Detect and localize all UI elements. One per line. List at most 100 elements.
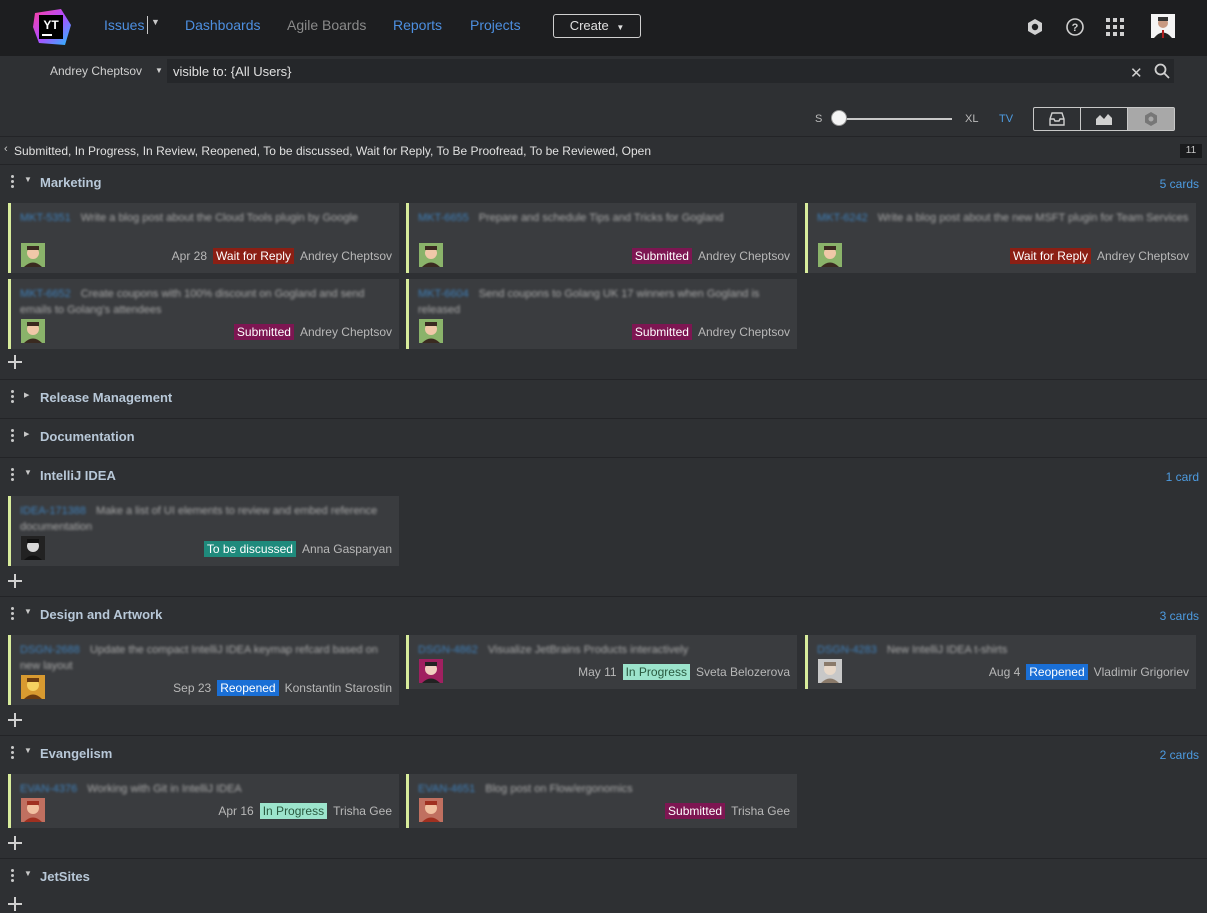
card-issue-id[interactable]: DSGN-4862	[418, 644, 478, 656]
card-issue-id[interactable]: EVAN-4376	[20, 783, 77, 795]
swimlane-menu-icon[interactable]	[9, 175, 17, 189]
swimlane-title[interactable]: Design and Artwork	[40, 607, 162, 622]
state-badge[interactable]: Reopened	[217, 680, 279, 696]
chart-view-button[interactable]	[1081, 108, 1128, 130]
board-user-select[interactable]: Andrey Cheptsov	[50, 64, 142, 78]
state-badge[interactable]: Wait for Reply	[1010, 248, 1091, 264]
swimlane-menu-icon[interactable]	[9, 607, 17, 621]
card-summary[interactable]: MKT-6652 Create coupons with 100% discoun…	[20, 286, 393, 318]
state-badge[interactable]: Submitted	[233, 324, 294, 340]
expand-lane-icon[interactable]: ▶	[24, 430, 29, 438]
swimlane-menu-icon[interactable]	[9, 429, 17, 443]
state-badge[interactable]: In Progress	[259, 803, 328, 819]
collapse-column-icon[interactable]: ‹	[4, 143, 8, 155]
issue-card[interactable]: DSGN-4283 New IntelliJ IDEA t-shirts Aug 4…	[805, 635, 1196, 689]
card-issue-id[interactable]: DSGN-2688	[20, 644, 80, 656]
add-card-button[interactable]	[8, 713, 22, 727]
swimlane-title[interactable]: JetSites	[40, 869, 90, 884]
nav-dashboards[interactable]: Dashboards	[185, 17, 261, 33]
issue-card[interactable]: DSGN-4862 Visualize JetBrains Products in…	[406, 635, 797, 689]
swimlane-card-count[interactable]: 5 cards	[1160, 177, 1199, 191]
issue-card[interactable]: MKT-6242 Write a blog post about the new …	[805, 203, 1196, 273]
state-badge[interactable]: Reopened	[1026, 664, 1088, 680]
add-card-button[interactable]	[8, 897, 22, 911]
issue-card[interactable]: MKT-6652 Create coupons with 100% discoun…	[8, 279, 399, 349]
create-button[interactable]: Create ▼	[553, 14, 641, 38]
user-select-caret-icon[interactable]: ▼	[155, 66, 163, 75]
card-summary[interactable]: EVAN-4376 Working with Git in IntelliJ ID…	[20, 781, 393, 797]
search-icon[interactable]	[1154, 63, 1170, 79]
youtrack-logo[interactable]: YT	[31, 7, 73, 47]
search-query-input[interactable]	[167, 59, 1174, 83]
issue-card[interactable]: DSGN-2688 Update the compact IntelliJ IDE…	[8, 635, 399, 705]
card-summary[interactable]: MKT-6604 Send coupons to Golang UK 17 win…	[418, 286, 791, 318]
card-summary[interactable]: DSGN-4283 New IntelliJ IDEA t-shirts	[817, 642, 1190, 658]
issue-card[interactable]: MKT-6655 Prepare and schedule Tips and Tr…	[406, 203, 797, 273]
card-issue-id[interactable]: MKT-6652	[20, 288, 71, 300]
collapse-lane-icon[interactable]: ▼	[24, 746, 32, 755]
collapse-lane-icon[interactable]: ▼	[24, 175, 32, 184]
swimlane-menu-icon[interactable]	[9, 468, 17, 482]
issues-dropdown-caret-icon[interactable]: ▼	[151, 17, 160, 27]
card-size-slider-handle[interactable]	[831, 110, 847, 126]
card-summary[interactable]: DSGN-2688 Update the compact IntelliJ IDE…	[20, 642, 393, 674]
swimlane-menu-icon[interactable]	[9, 869, 17, 883]
swimlane-menu-icon[interactable]	[9, 746, 17, 760]
state-badge[interactable]: Submitted	[631, 248, 692, 264]
issue-card[interactable]: MKT-5351 Write a blog post about the Clou…	[8, 203, 399, 273]
state-badge[interactable]: Wait for Reply	[213, 248, 294, 264]
issue-card[interactable]: IDEA-171388 Make a list of UI elements to…	[8, 496, 399, 566]
swimlane-title[interactable]: Evangelism	[40, 746, 112, 761]
add-card-button[interactable]	[8, 836, 22, 850]
backlog-view-button[interactable]	[1034, 108, 1081, 130]
card-summary[interactable]: MKT-5351 Write a blog post about the Clou…	[20, 210, 393, 226]
card-issue-id[interactable]: EVAN-4651	[418, 783, 475, 795]
swimlane-title[interactable]: Marketing	[40, 175, 101, 190]
card-summary[interactable]: MKT-6655 Prepare and schedule Tips and Tr…	[418, 210, 791, 226]
issue-card[interactable]: MKT-6604 Send coupons to Golang UK 17 win…	[406, 279, 797, 349]
nav-reports[interactable]: Reports	[393, 17, 442, 33]
card-issue-id[interactable]: MKT-6242	[817, 212, 868, 224]
collapse-lane-icon[interactable]: ▼	[24, 468, 32, 477]
swimlane-card-count[interactable]: 1 card	[1166, 470, 1199, 484]
state-badge[interactable]: To be discussed	[203, 541, 296, 557]
swimlane-menu-icon[interactable]	[9, 390, 17, 404]
card-issue-id[interactable]: MKT-6655	[418, 212, 469, 224]
card-issue-id[interactable]: MKT-5351	[20, 212, 71, 224]
collapse-lane-icon[interactable]: ▼	[24, 869, 32, 878]
state-badge[interactable]: In Progress	[622, 664, 690, 680]
card-summary[interactable]: IDEA-171388 Make a list of UI elements to…	[20, 503, 393, 535]
clear-search-icon[interactable]: ✕	[1130, 64, 1143, 82]
card-summary[interactable]: MKT-6242 Write a blog post about the new …	[817, 210, 1190, 226]
swimlane-title[interactable]: IntelliJ IDEA	[40, 468, 116, 483]
card-summary[interactable]: EVAN-4651 Blog post on Flow/ergonomics	[418, 781, 791, 797]
nav-projects[interactable]: Projects	[470, 17, 521, 33]
issue-card[interactable]: EVAN-4651 Blog post on Flow/ergonomics Sub…	[406, 774, 797, 828]
issue-card[interactable]: EVAN-4376 Working with Git in IntelliJ ID…	[8, 774, 399, 828]
card-issue-id[interactable]: IDEA-171388	[20, 505, 86, 517]
swimlane-card-count[interactable]: 3 cards	[1160, 609, 1199, 623]
card-issue-id[interactable]: DSGN-4283	[817, 644, 877, 656]
swimlane-title[interactable]: Documentation	[40, 429, 135, 444]
add-card-button[interactable]	[8, 574, 22, 588]
user-avatar[interactable]	[1151, 14, 1175, 38]
swimlane-title[interactable]: Release Management	[40, 390, 172, 405]
add-card-button[interactable]	[8, 355, 22, 369]
nav-agile-boards[interactable]: Agile Boards	[287, 17, 366, 33]
card-meta: Apr 16 In Progress Trisha Gee	[218, 803, 392, 819]
board-settings-button[interactable]	[1128, 108, 1174, 130]
collapse-lane-icon[interactable]: ▼	[24, 607, 32, 616]
apps-grid-icon[interactable]	[1104, 16, 1126, 38]
help-icon[interactable]: ?	[1064, 16, 1086, 38]
card-summary[interactable]: DSGN-4862 Visualize JetBrains Products in…	[418, 642, 791, 658]
card-size-slider[interactable]	[840, 118, 952, 120]
nav-issues[interactable]: Issues	[104, 17, 144, 33]
card-issue-id[interactable]: MKT-6604	[418, 288, 469, 300]
swimlane-card-count[interactable]: 2 cards	[1160, 748, 1199, 762]
settings-gear-icon[interactable]	[1024, 16, 1046, 38]
state-badge[interactable]: Submitted	[665, 803, 726, 819]
state-badge[interactable]: Submitted	[631, 324, 692, 340]
tv-mode-link[interactable]: TV	[999, 113, 1013, 125]
column-states[interactable]: Submitted, In Progress, In Review, Reope…	[14, 144, 651, 158]
expand-lane-icon[interactable]: ▶	[24, 391, 29, 399]
